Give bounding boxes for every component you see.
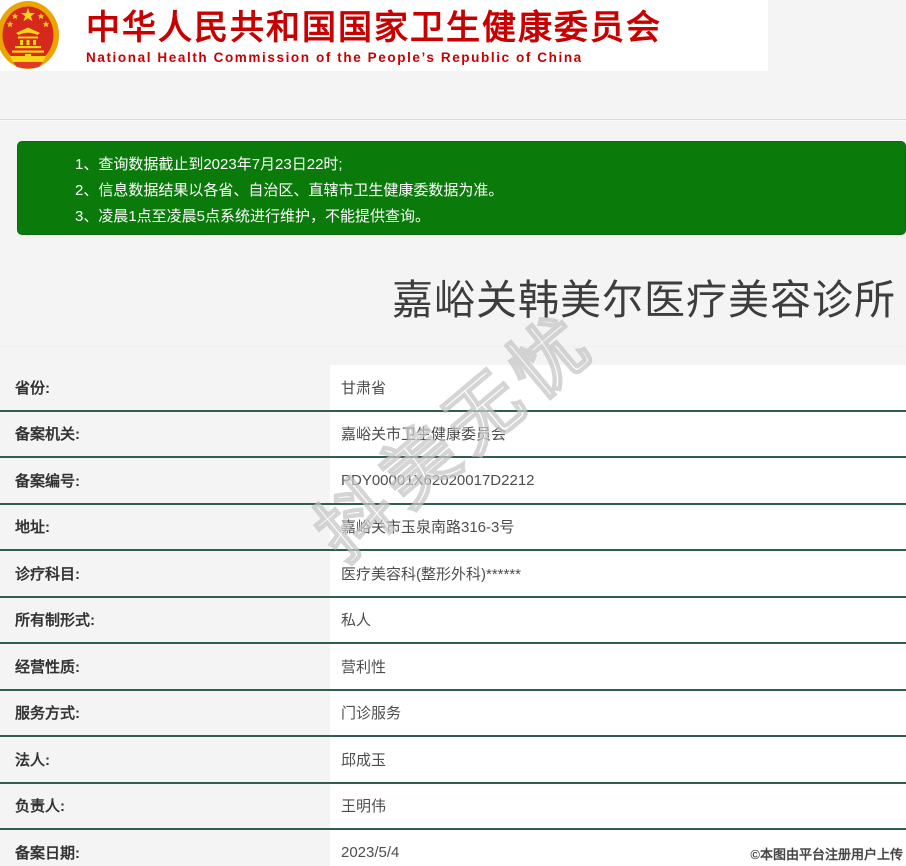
field-value: 甘肃省 bbox=[330, 365, 906, 410]
field-value: 私人 bbox=[330, 597, 906, 642]
site-title-chinese: 中华人民共和国国家卫生健康委员会 bbox=[86, 9, 662, 47]
header-divider bbox=[0, 119, 906, 121]
notice-line-1: 1、查询数据截止到2023年7月23日22时; bbox=[75, 156, 343, 173]
table-row: 诊疗科目: 医疗美容科(整形外科)****** bbox=[0, 551, 906, 598]
field-label: 备案机关: bbox=[15, 426, 80, 444]
site-header: 中华人民共和国国家卫生健康委员会 National Health Commiss… bbox=[0, 0, 768, 71]
record-table: 省份: 甘肃省备案机关: 嘉峪关市卫生健康委员会备案编号: PDY00001X6202… bbox=[0, 365, 906, 866]
table-row: 备案编号: PDY00001X62020017D2212 bbox=[0, 458, 906, 505]
field-label: 经营性质: bbox=[15, 658, 80, 676]
notice-line-2: 2、信息数据结果以各省、自治区、直辖市卫生健康委数据为准。 bbox=[75, 182, 504, 199]
corner-watermark: ©本图由平台注册用户上传 bbox=[750, 847, 903, 862]
field-label: 所有制形式: bbox=[15, 612, 95, 630]
table-row: 省份: 甘肃省 bbox=[0, 365, 906, 412]
field-value: 王明伟 bbox=[330, 783, 906, 828]
table-row: 所有制形式: 私人 bbox=[0, 597, 906, 644]
field-label: 省份: bbox=[15, 379, 50, 397]
table-row: 负责人: 王明伟 bbox=[0, 783, 906, 830]
field-value: 门诊服务 bbox=[330, 690, 906, 735]
notice-box: 1、查询数据截止到2023年7月23日22时; 2、信息数据结果以各省、自治区、… bbox=[17, 141, 906, 235]
field-value: 营利性 bbox=[330, 644, 906, 689]
prc-national-emblem-icon bbox=[0, 0, 63, 75]
table-row: 备案机关: 嘉峪关市卫生健康委员会 bbox=[0, 411, 906, 458]
field-label: 负责人: bbox=[15, 798, 65, 816]
field-value: 嘉峪关市玉泉南路316-3号 bbox=[330, 504, 906, 549]
header-titles: 中华人民共和国国家卫生健康委员会 National Health Commiss… bbox=[86, 8, 662, 66]
table-row: 法人: 邱成玉 bbox=[0, 737, 906, 784]
table-row: 服务方式: 门诊服务 bbox=[0, 690, 906, 737]
notice-line-3: 3、凌晨1点至凌晨5点系统进行维护，不能提供查询。 bbox=[75, 208, 431, 225]
field-label: 法人: bbox=[15, 751, 50, 769]
institution-name-title: 嘉峪关韩美尔医疗美容诊所 bbox=[392, 277, 896, 323]
field-label: 备案日期: bbox=[15, 844, 80, 862]
table-top-border bbox=[0, 346, 906, 347]
field-value: 嘉峪关市卫生健康委员会 bbox=[330, 411, 906, 456]
site-title-english: National Health Commission of the People… bbox=[86, 50, 583, 65]
field-label: 地址: bbox=[15, 519, 50, 537]
table-row: 地址: 嘉峪关市玉泉南路316-3号 bbox=[0, 504, 906, 551]
field-label: 诊疗科目: bbox=[15, 565, 80, 583]
field-label: 服务方式: bbox=[15, 705, 80, 723]
field-value: 医疗美容科(整形外科)****** bbox=[330, 551, 906, 596]
table-row: 经营性质: 营利性 bbox=[0, 644, 906, 691]
field-value: 邱成玉 bbox=[330, 737, 906, 782]
field-value: PDY00001X62020017D2212 bbox=[330, 458, 906, 503]
page: 中华人民共和国国家卫生健康委员会 National Health Commiss… bbox=[0, 0, 906, 866]
field-label: 备案编号: bbox=[15, 472, 80, 490]
